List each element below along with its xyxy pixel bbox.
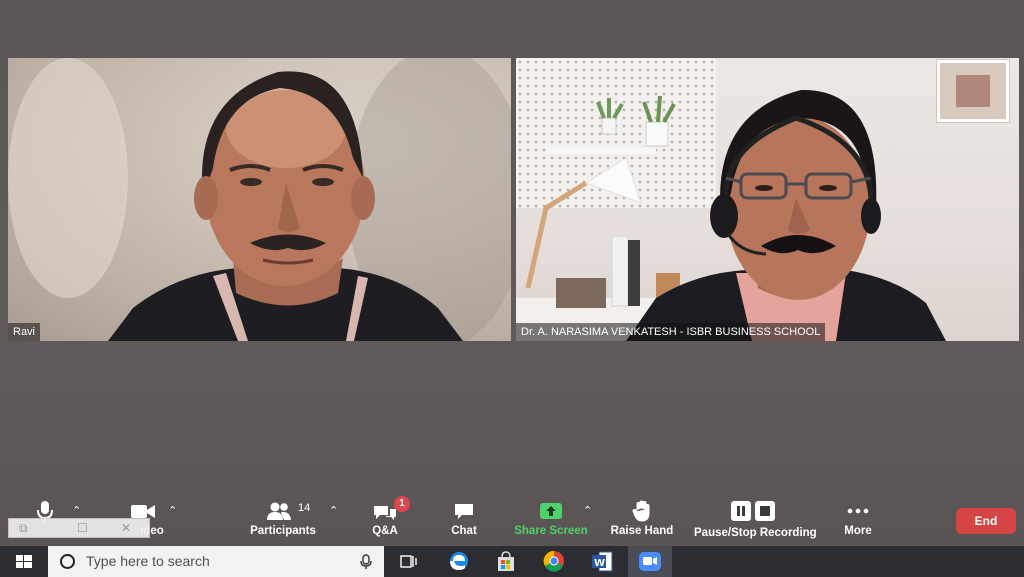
cortana-icon <box>60 554 75 569</box>
video-options-chevron-icon[interactable]: ⌃ <box>168 504 177 517</box>
raise-hand-icon <box>632 500 650 522</box>
participant-name-label: Ravi <box>8 323 41 341</box>
video-tile-ravi[interactable]: Ravi <box>8 58 511 341</box>
microsoft-store-icon <box>498 551 514 571</box>
taskbar-search-box[interactable]: Type here to search <box>48 546 384 577</box>
edge-icon <box>450 552 468 570</box>
meeting-toolbar: ⌃ ideo ⌃ 14 Participants ⌃ 1 Q&A Chat Sh… <box>0 494 1024 546</box>
raise-hand-label: Raise Hand <box>610 525 674 537</box>
participants-button-label: Participants <box>250 525 316 537</box>
close-icon[interactable]: ✕ <box>121 521 131 535</box>
video-tile-narasima[interactable]: Dr. A. NARASIMA VENKATESH - ISBR BUSINES… <box>516 58 1019 341</box>
task-view-button[interactable] <box>386 546 430 577</box>
audio-options-chevron-icon[interactable]: ⌃ <box>72 504 81 517</box>
restore-icon[interactable]: ⧉ <box>19 521 28 536</box>
share-screen-icon <box>540 503 562 519</box>
store-button[interactable] <box>484 546 528 577</box>
chat-button-label: Chat <box>451 525 477 537</box>
participant-video-narasima <box>516 89 946 341</box>
maximize-icon[interactable]: ☐ <box>77 521 88 535</box>
qa-button-label: Q&A <box>372 525 398 537</box>
edge-browser-button[interactable] <box>437 546 481 577</box>
participants-icon <box>267 502 291 520</box>
pause-stop-recording-icon <box>731 501 775 521</box>
more-button-label: More <box>844 525 872 537</box>
recording-label: Pause/Stop Recording <box>694 527 817 539</box>
zoom-icon <box>639 552 661 571</box>
pause-stop-recording-button[interactable]: Pause/Stop Recording <box>694 494 817 546</box>
more-button[interactable]: More <box>838 494 878 546</box>
word-icon: W <box>592 551 613 572</box>
chrome-icon <box>543 550 564 572</box>
meeting-stage: Ravi Dr. A. NARASIMA VENKATESH - ISBR BU… <box>0 0 1024 546</box>
task-view-icon <box>400 555 417 568</box>
raise-hand-button[interactable]: Raise Hand <box>610 494 674 546</box>
microphone-icon[interactable] <box>360 554 372 570</box>
windows-logo-icon <box>16 555 32 568</box>
participants-button[interactable]: 14 Participants <box>248 494 318 546</box>
qa-notification-badge: 1 <box>394 496 410 512</box>
participants-count: 14 <box>298 502 311 514</box>
share-options-chevron-icon[interactable]: ⌃ <box>583 504 592 517</box>
word-button[interactable]: W <box>580 546 624 577</box>
zoom-taskbar-button[interactable] <box>628 546 672 577</box>
qa-button[interactable]: 1 Q&A <box>364 494 410 546</box>
search-placeholder: Type here to search <box>86 553 210 569</box>
windows-taskbar: Type here to search W <box>0 546 1024 577</box>
chat-bubble-icon <box>455 504 473 519</box>
chrome-button[interactable] <box>532 546 576 577</box>
start-button[interactable] <box>2 546 46 577</box>
floating-window-controls: ⧉ ☐ ✕ <box>8 518 150 538</box>
svg-text:W: W <box>594 558 605 569</box>
chat-button[interactable]: Chat <box>444 494 484 546</box>
share-screen-button[interactable]: Share Screen <box>512 494 590 546</box>
end-meeting-button[interactable]: End <box>956 508 1016 534</box>
share-screen-label: Share Screen <box>514 525 588 537</box>
participants-options-chevron-icon[interactable]: ⌃ <box>329 504 338 517</box>
more-dots-icon <box>847 508 869 514</box>
participant-name-label: Dr. A. NARASIMA VENKATESH - ISBR BUSINES… <box>516 323 826 341</box>
participant-video-ravi <box>8 58 511 341</box>
